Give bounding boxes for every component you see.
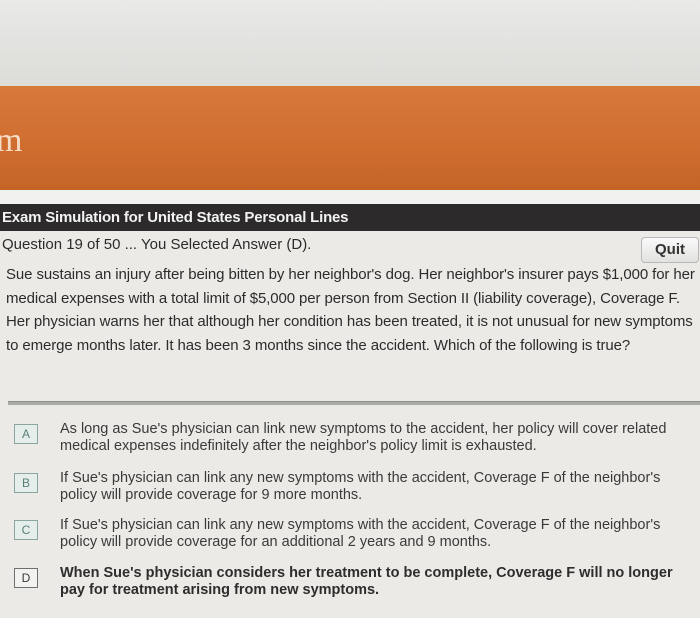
answer-text-b[interactable]: If Sue's physician can link any new symp… xyxy=(60,470,690,504)
answer-letter-b[interactable]: B xyxy=(14,473,38,493)
answer-text-a[interactable]: As long as Sue's physician can link new … xyxy=(60,421,690,455)
answer-letter-d[interactable]: D xyxy=(14,568,38,588)
question-progress: Question 19 of 50 ... You Selected Answe… xyxy=(2,236,312,253)
answer-text-d[interactable]: When Sue's physician considers her treat… xyxy=(60,565,690,599)
question-text: Sue sustains an injury after being bitte… xyxy=(6,266,695,354)
exam-title: Exam Simulation for United States Person… xyxy=(0,204,700,231)
monitor-bezel xyxy=(0,0,700,86)
answer-letter-c[interactable]: C xyxy=(14,520,38,540)
header-divider xyxy=(0,190,700,204)
quit-button[interactable]: Quit xyxy=(641,237,699,263)
answer-text-c[interactable]: If Sue's physician can link any new symp… xyxy=(60,517,690,551)
answer-letter-a[interactable]: A xyxy=(14,424,38,444)
brand-logo: m xyxy=(0,122,23,159)
header-banner xyxy=(0,86,700,190)
